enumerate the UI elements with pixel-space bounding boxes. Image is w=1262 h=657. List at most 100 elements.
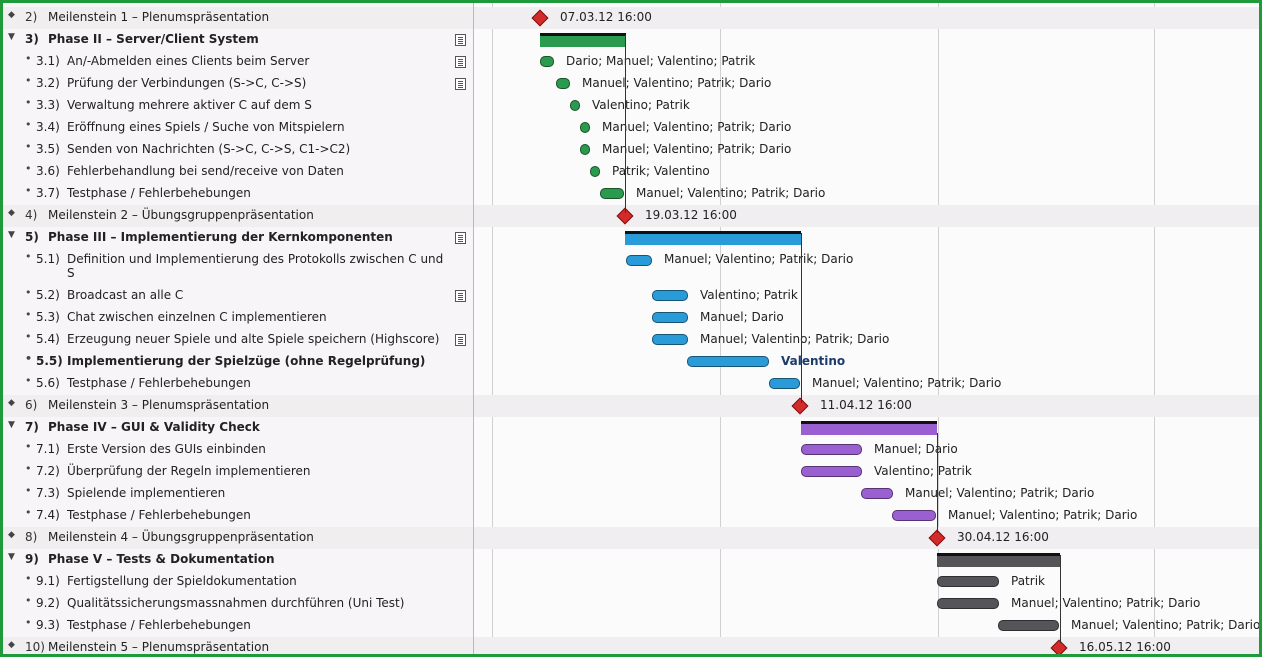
dependency-line xyxy=(625,35,626,213)
disclosure-triangle-icon[interactable]: ▼ xyxy=(8,420,15,430)
gridline xyxy=(720,3,721,654)
row-title: Überprüfung der Regeln implementieren xyxy=(67,464,311,478)
row-title: Phase IV – GUI & Validity Check xyxy=(48,420,260,434)
outline-row-task[interactable]: • 7.4) Testphase / Fehlerbehebungen xyxy=(3,505,473,527)
note-icon[interactable] xyxy=(455,78,466,90)
outline-row-milestone[interactable]: ◆ 6) Meilenstein 3 – Plenumspräsentation xyxy=(3,395,473,417)
resource-label: Valentino; Patrik xyxy=(874,464,972,478)
outline-row-task[interactable]: • 7.3) Spielende implementieren xyxy=(3,483,473,505)
disclosure-triangle-icon[interactable]: ▼ xyxy=(8,552,15,562)
row-title: Meilenstein 4 – Übungsgruppenpräsentatio… xyxy=(48,530,314,544)
milestone-bullet-icon: ◆ xyxy=(8,640,15,650)
outline-row-task[interactable]: • 3.6) Fehlerbehandlung bei send/receive v… xyxy=(3,161,473,183)
task-bar[interactable] xyxy=(652,312,688,323)
resource-label: Manuel; Valentino; Patrik; Dario xyxy=(1011,596,1201,610)
outline-row-task[interactable]: • 5.3) Chat zwischen einzelnen C implement… xyxy=(3,307,473,329)
task-bullet-icon: • xyxy=(25,330,32,343)
outline-row-phase[interactable]: ▼ 5) Phase III – Implementierung der Kernk… xyxy=(3,227,473,249)
disclosure-triangle-icon[interactable]: ▼ xyxy=(8,230,15,240)
task-bar[interactable] xyxy=(580,144,590,155)
resource-label: Dario; Manuel; Valentino; Patrik xyxy=(566,54,756,68)
outline-row-task[interactable]: • 9.2) Qualitätssicherungsmassnahmen durch… xyxy=(3,593,473,615)
task-bar[interactable] xyxy=(892,510,936,521)
outline-row-task[interactable]: • 5.2) Broadcast an alle C xyxy=(3,285,473,307)
task-bar[interactable] xyxy=(687,356,769,367)
outline-row-task[interactable]: • 9.3) Testphase / Fehlerbehebungen xyxy=(3,615,473,637)
row-title-continued: S xyxy=(67,266,75,280)
row-title: Spielende implementieren xyxy=(67,486,226,500)
phase-summary-bar[interactable] xyxy=(540,33,626,47)
outline-row-task[interactable]: • 5.5) Implementierung der Spielzüge (ohne… xyxy=(3,351,473,373)
outline-row-phase[interactable]: ▼ 3) Phase II – Server/Client System xyxy=(3,29,473,51)
task-bar[interactable] xyxy=(861,488,893,499)
row-number: 5.2) xyxy=(36,288,60,302)
outline-row-task[interactable]: • 3.5) Senden von Nachrichten (S->C, C->S,… xyxy=(3,139,473,161)
resource-label: Manuel; Valentino; Patrik; Dario xyxy=(700,332,890,346)
disclosure-triangle-icon[interactable]: ▼ xyxy=(8,32,15,42)
task-bullet-icon: • xyxy=(25,96,32,109)
task-bullet-icon: • xyxy=(25,616,32,629)
note-icon[interactable] xyxy=(455,232,466,244)
row-number: 8) xyxy=(25,530,38,544)
row-title: Erzeugung neuer Spiele und alte Spiele s… xyxy=(67,332,440,346)
task-bullet-icon: • xyxy=(25,462,32,475)
task-bar[interactable] xyxy=(626,255,652,266)
task-bar[interactable] xyxy=(801,444,862,455)
outline-row-milestone[interactable]: ◆ 8) Meilenstein 4 – Übungsgruppenpräsenta… xyxy=(3,527,473,549)
outline-row-milestone[interactable]: ◆ 4) Meilenstein 2 – Übungsgruppenpräsenta… xyxy=(3,205,473,227)
row-title: Broadcast an alle C xyxy=(67,288,184,302)
phase-summary-bar[interactable] xyxy=(625,231,801,245)
row-title: Fehlerbehandlung bei send/receive von Da… xyxy=(67,164,344,178)
outline-row-task[interactable]: • 3.2) Prüfung der Verbindungen (S->C, C->… xyxy=(3,73,473,95)
task-bar[interactable] xyxy=(652,334,688,345)
outline-row-task[interactable]: • 7.1) Erste Version des GUIs einbinden xyxy=(3,439,473,461)
row-number: 3.6) xyxy=(36,164,60,178)
outline-row-phase[interactable]: ▼ 7) Phase IV – GUI & Validity Check xyxy=(3,417,473,439)
task-bar[interactable] xyxy=(801,466,862,477)
outline-row-task[interactable]: • 3.1) An/-Abmelden eines Clients beim Ser… xyxy=(3,51,473,73)
gridline xyxy=(492,3,493,654)
note-icon[interactable] xyxy=(455,34,466,46)
task-bar[interactable] xyxy=(590,166,600,177)
task-bar[interactable] xyxy=(556,78,570,89)
outline-row-task[interactable]: • 3.3) Verwaltung mehrere aktiver C auf de… xyxy=(3,95,473,117)
phase-summary-bar[interactable] xyxy=(801,421,937,435)
task-bar[interactable] xyxy=(580,122,590,133)
resource-label: Manuel; Valentino; Patrik; Dario xyxy=(582,76,772,90)
row-title: Senden von Nachrichten (S->C, C->S, C1->… xyxy=(67,142,351,156)
resource-label: Valentino xyxy=(781,354,846,368)
task-bullet-icon: • xyxy=(25,52,32,65)
row-title: Fertigstellung der Spieldokumentation xyxy=(67,574,297,588)
task-bullet-icon: • xyxy=(25,572,32,585)
row-number: 7.1) xyxy=(36,442,60,456)
task-bar[interactable] xyxy=(570,100,580,111)
row-title: Implementierung der Spielzüge (ohne Rege… xyxy=(67,354,426,368)
outline-row-phase[interactable]: ▼ 9) Phase V – Tests & Dokumentation xyxy=(3,549,473,571)
task-bullet-icon: • xyxy=(25,374,32,387)
task-bar[interactable] xyxy=(540,56,554,67)
note-icon[interactable] xyxy=(455,334,466,346)
outline-row-task[interactable]: • 7.2) Überprüfung der Regeln implementier… xyxy=(3,461,473,483)
task-bar[interactable] xyxy=(937,598,999,609)
task-bar[interactable] xyxy=(652,290,688,301)
phase-summary-bar[interactable] xyxy=(937,553,1060,567)
outline-row-milestone[interactable]: ◆ 2) Meilenstein 1 – Plenumspräsentation xyxy=(3,7,473,29)
outline-row-task[interactable]: • 5.6) Testphase / Fehlerbehebungen xyxy=(3,373,473,395)
outline-row-task[interactable]: • 3.4) Eröffnung eines Spiels / Suche von … xyxy=(3,117,473,139)
task-bar[interactable] xyxy=(600,188,624,199)
row-number: 7.3) xyxy=(36,486,60,500)
outline-row-task[interactable]: • 5.4) Erzeugung neuer Spiele und alte Spi… xyxy=(3,329,473,351)
dependency-line xyxy=(937,433,938,533)
outline-row-milestone[interactable]: ◆ 10) Meilenstein 5 – Plenumspräsentation xyxy=(3,637,473,654)
task-bar[interactable] xyxy=(937,576,999,587)
task-bar[interactable] xyxy=(998,620,1059,631)
outline-row-task[interactable]: • 3.7) Testphase / Fehlerbehebungen xyxy=(3,183,473,205)
milestone-date-label: 11.04.12 16:00 xyxy=(820,398,912,412)
outline-row-task[interactable]: • 5.1) Definition und Implementierung des … xyxy=(3,249,473,285)
resource-label: Manuel; Dario xyxy=(700,310,784,324)
note-icon[interactable] xyxy=(455,290,466,302)
outline-row-task[interactable]: • 9.1) Fertigstellung der Spieldokumentati… xyxy=(3,571,473,593)
note-icon[interactable] xyxy=(455,56,466,68)
milestone-bullet-icon: ◆ xyxy=(8,10,15,20)
task-bar[interactable] xyxy=(769,378,800,389)
